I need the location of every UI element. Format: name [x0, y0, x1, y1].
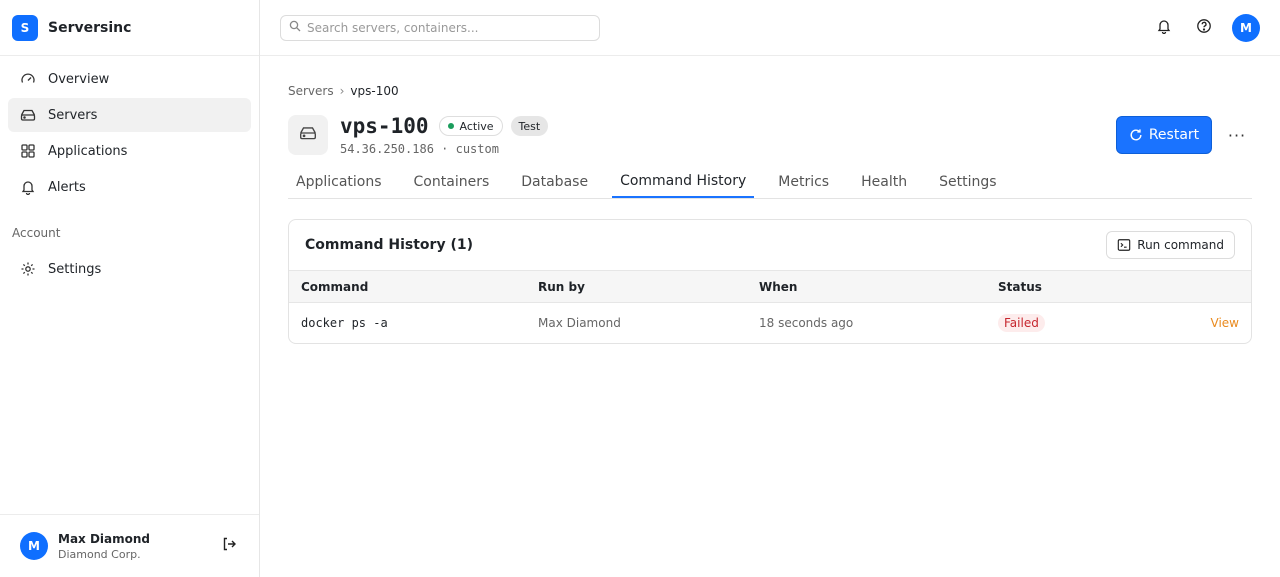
avatar[interactable]: M: [20, 532, 48, 560]
tab-command-history[interactable]: Command History: [612, 166, 755, 198]
sidebar-item-label: Applications: [48, 143, 128, 159]
tab-health[interactable]: Health: [853, 166, 915, 198]
column-header-run-by: Run by: [538, 279, 585, 294]
column-header-command: Command: [301, 279, 369, 294]
account-heading: Account: [12, 226, 61, 240]
gauge-icon: [20, 71, 36, 87]
sidebar-item-label: Servers: [48, 107, 98, 123]
search-input[interactable]: [307, 20, 591, 35]
breadcrumb: Servers › vps-100: [288, 84, 1252, 98]
logout-button[interactable]: [219, 536, 239, 556]
sidebar-item-alerts[interactable]: Alerts: [8, 170, 251, 204]
grid-icon: [20, 143, 36, 159]
tab-settings[interactable]: Settings: [931, 166, 1004, 198]
sidebar-item-settings[interactable]: Settings: [8, 252, 251, 286]
sidebar-nav: Overview Servers Applications Alerts: [0, 56, 259, 210]
hard-drive-icon: [20, 107, 36, 123]
column-header-when: When: [759, 279, 798, 294]
brand-logo: S: [12, 14, 38, 41]
breadcrumb-separator: ›: [339, 84, 345, 98]
tab-metrics[interactable]: Metrics: [770, 166, 837, 198]
run-command-label: Run command: [1137, 238, 1224, 252]
tab-database[interactable]: Database: [513, 166, 596, 198]
user-info: Max Diamond Diamond Corp.: [58, 532, 219, 561]
brand[interactable]: S Serversinc: [0, 0, 259, 56]
restart-label: Restart: [1148, 127, 1200, 143]
command-history-card: Command History (1) Run command Command …: [288, 219, 1252, 344]
help-button[interactable]: [1194, 18, 1214, 38]
user-org: Diamond Corp.: [58, 547, 141, 561]
column-header-status: Status: [998, 279, 1042, 294]
content: Servers › vps-100 vps-100 Active Test 54…: [260, 56, 1280, 344]
cell-when: 18 seconds ago: [759, 315, 854, 330]
tab-containers[interactable]: Containers: [406, 166, 498, 198]
topbar: M: [260, 0, 1280, 56]
card-header: Command History (1) Run command: [289, 220, 1251, 270]
sidebar-item-applications[interactable]: Applications: [8, 134, 251, 168]
search-icon: [289, 20, 301, 36]
title-line: vps-100 Active Test: [340, 114, 1116, 138]
table-row[interactable]: docker ps -a Max Diamond 18 seconds ago …: [289, 303, 1251, 343]
brand-name: Serversinc: [48, 19, 132, 36]
main: M Servers › vps-100 vps-100: [260, 0, 1280, 577]
user-name: Max Diamond: [58, 531, 151, 546]
sidebar-item-label: Overview: [48, 71, 110, 87]
view-link[interactable]: View: [1138, 303, 1251, 343]
hard-drive-icon: [299, 124, 317, 146]
bell-icon: [20, 179, 36, 195]
environment-badge: Test: [510, 116, 549, 136]
breadcrumb-parent[interactable]: Servers: [288, 84, 334, 98]
bell-icon: [1156, 18, 1172, 38]
terminal-icon: [1117, 238, 1131, 252]
status-label: Active: [459, 119, 494, 133]
table-header-row: Command Run by When Status: [289, 270, 1251, 303]
server-header: vps-100 Active Test 54.36.250.186 · cust…: [288, 114, 1252, 156]
tabs: Applications Containers Database Command…: [288, 166, 1252, 199]
help-icon: [1196, 18, 1212, 38]
top-avatar[interactable]: M: [1232, 13, 1260, 42]
server-subtitle: 54.36.250.186 · custom: [340, 142, 499, 156]
logout-icon: [221, 536, 237, 556]
sidebar: S Serversinc Overview Servers Applicatio…: [0, 0, 260, 577]
more-options-button[interactable]: ···: [1222, 120, 1252, 150]
notifications-button[interactable]: [1154, 18, 1174, 38]
status-badge: Active: [438, 116, 503, 136]
status-badge: Failed: [998, 313, 1045, 332]
account-nav: Settings: [0, 246, 259, 292]
app-root: S Serversinc Overview Servers Applicatio…: [0, 0, 1280, 577]
sidebar-item-label: Settings: [48, 261, 102, 277]
gear-icon: [20, 261, 36, 277]
column-header-actions: [1138, 271, 1251, 303]
tab-applications[interactable]: Applications: [288, 166, 390, 198]
search-box[interactable]: [280, 14, 600, 41]
restart-button[interactable]: Restart: [1116, 116, 1212, 154]
refresh-icon: [1129, 128, 1143, 142]
server-icon-tile: [288, 115, 328, 155]
sidebar-item-label: Alerts: [48, 179, 86, 195]
breadcrumb-current: vps-100: [350, 84, 399, 98]
title-block: vps-100 Active Test 54.36.250.186 · cust…: [340, 114, 1116, 156]
user-card: M Max Diamond Diamond Corp.: [0, 514, 259, 577]
cell-run-by: Max Diamond: [538, 315, 621, 330]
status-dot: [447, 123, 454, 129]
card-title: Command History (1): [305, 237, 473, 253]
command-table: Command Run by When Status docker ps -a …: [289, 270, 1251, 343]
sidebar-item-overview[interactable]: Overview: [8, 62, 251, 96]
cell-command: docker ps -a: [301, 315, 388, 330]
sidebar-item-servers[interactable]: Servers: [8, 98, 251, 132]
page-title: vps-100: [340, 114, 429, 138]
cell-status: Failed: [986, 303, 1138, 343]
run-command-button[interactable]: Run command: [1106, 231, 1235, 259]
